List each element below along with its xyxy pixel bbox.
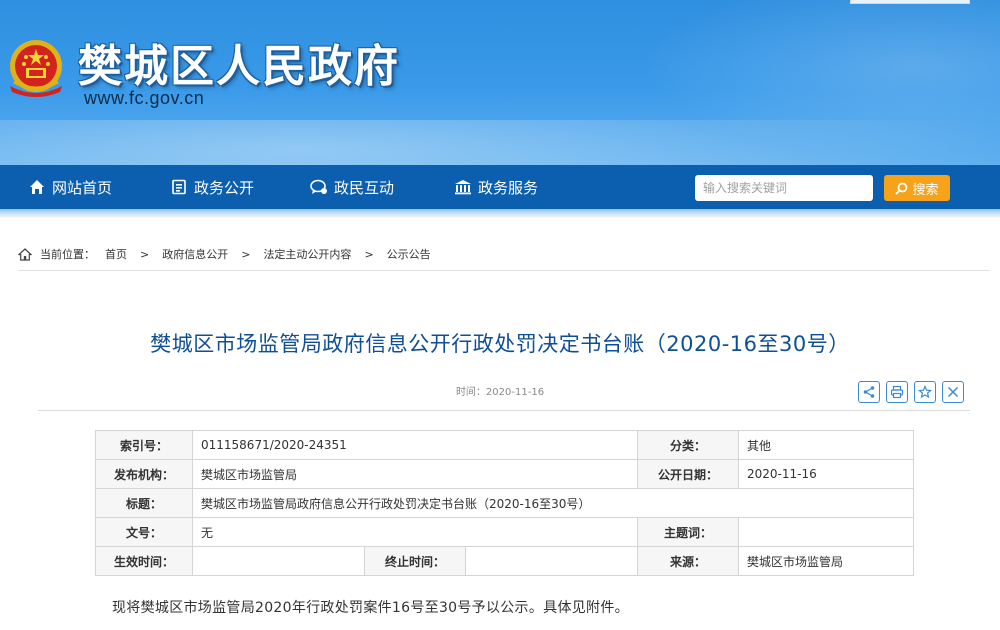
share-icon[interactable] [858,381,880,403]
home-outline-icon [18,247,32,261]
table-row: 标题： 樊城区市场监管局政府信息公开行政处罚决定书台账（2020-16至30号） [95,488,915,518]
site-url[interactable]: www.fc.gov.cn [84,88,204,109]
table-row: 文号： 无 主题词： [95,517,915,547]
nav-shadow [0,209,1000,219]
expire-value [464,546,639,576]
building-icon [454,178,472,196]
home-icon [28,178,46,196]
breadcrumb-item-home[interactable]: 首页 [105,246,127,262]
article-divider [38,410,970,411]
publish-date-value: 2020-11-16 [738,459,915,489]
publish-date-label: 公开日期： [637,459,740,489]
article-paragraph: 现将樊城区市场监管局2020年行政处罚案件16号至30号予以公示。具体见附件。 [112,600,629,616]
doc-no-label: 文号： [95,517,193,547]
search-button[interactable]: 搜索 [884,175,950,201]
index-value: 011158671/2020-24351 [191,430,639,460]
breadcrumb-label: 当前位置： [40,248,95,261]
site-title: 樊城区人民政府 [78,41,400,92]
source-value: 樊城区市场监管局 [738,546,915,576]
favorite-icon[interactable] [914,381,936,403]
nav-item-service[interactable]: 政务服务 [454,165,538,209]
search-button-label: 搜索 [912,182,939,198]
search-icon [895,182,908,195]
publisher-value: 樊城区市场监管局 [191,459,639,489]
document-list-icon [170,178,188,196]
breadcrumb-item-announcements[interactable]: 公示公告 [387,246,431,262]
nav-item-home[interactable]: 网站首页 [28,165,112,209]
search-input[interactable] [695,175,873,201]
expire-label: 终止时间： [364,546,466,576]
breadcrumb-divider [18,270,990,271]
breadcrumb-separator: > [364,247,374,261]
title-label: 标题： [95,488,193,518]
subject-label: 主题词： [637,517,740,547]
nav-item-label: 政民互动 [334,178,395,197]
close-icon[interactable] [942,381,964,403]
print-icon[interactable] [886,381,908,403]
chat-bubble-icon [310,178,328,196]
table-row: 发布机构： 樊城区市场监管局 公开日期： 2020-11-16 [95,459,915,489]
info-table: 索引号： 011158671/2020-24351 分类： 其他 发布机构： 樊… [95,430,915,576]
national-emblem-icon [10,40,62,97]
top-strip [850,0,970,4]
site-header: 樊城区人民政府 www.fc.gov.cn [0,0,1000,165]
publisher-label: 发布机构： [95,459,193,489]
main-nav: 网站首页 政务公开 政民互动 政务服务 搜索 [0,165,1000,209]
category-label: 分类： [637,430,740,460]
article-title: 樊城区市场监管局政府信息公开行政处罚决定书台账（2020-16至30号） [150,332,850,356]
table-row: 索引号： 011158671/2020-24351 分类： 其他 [95,430,915,460]
breadcrumb-separator: > [140,247,150,261]
nav-item-label: 政务公开 [194,178,255,197]
nav-item-gov-affairs[interactable]: 政务公开 [170,165,254,209]
breadcrumb-item-info-disclosure[interactable]: 政府信息公开 [162,246,228,262]
effective-label: 生效时间： [95,546,193,576]
nav-item-label: 政务服务 [478,178,539,197]
doc-no-value: 无 [191,517,639,547]
breadcrumb-item-statutory-content[interactable]: 法定主动公开内容 [263,246,351,262]
breadcrumb-separator: > [241,247,251,261]
source-label: 来源： [637,546,740,576]
nav-item-label: 网站首页 [52,178,113,197]
table-row: 生效时间： 终止时间： 来源： 樊城区市场监管局 [95,546,915,576]
subject-value [738,517,915,547]
category-value: 其他 [738,430,915,460]
effective-value [192,546,365,576]
title-value: 樊城区市场监管局政府信息公开行政处罚决定书台账（2020-16至30号） [191,488,915,518]
article-tools [858,381,964,403]
nav-item-interaction[interactable]: 政民互动 [310,165,394,209]
article-time: 时间：2020-11-16 [455,387,545,398]
breadcrumb: 当前位置： 首页 > 政府信息公开 > 法定主动公开内容 > 公示公告 [18,246,431,262]
index-label: 索引号： [95,430,193,460]
